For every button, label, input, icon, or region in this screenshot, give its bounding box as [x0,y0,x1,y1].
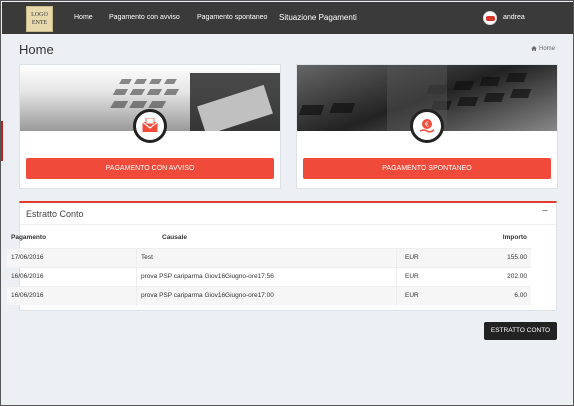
card-pagamento-spontaneo: € PAGAMENTO SPONTANEO [296,64,558,189]
logo-line-2: ENTE [31,20,48,26]
table-row: 16/06/2016 prova PSP cariparma Giov16Giu… [7,286,531,306]
column-divider [136,268,137,287]
envelope-badge [133,109,167,143]
pagamento-con-avviso-button[interactable]: PAGAMENTO CON AVVISO [26,158,274,179]
pagamento-spontaneo-button[interactable]: PAGAMENTO SPONTANEO [303,158,551,179]
row-amount: 202.00 [507,273,527,280]
column-header-causale: Causale [162,234,187,241]
column-divider [396,268,397,287]
row-causale: prova PSP cariparma Giov16Giugno-ore17:5… [141,273,274,280]
card-pagamento-con-avviso: PAGAMENTO CON AVVISO [19,64,281,189]
table-header-row: Pagamento Causale Importo [7,229,531,248]
estratto-conto-button[interactable]: ESTRATTO CONTO [484,322,557,340]
user-avatar-icon[interactable] [483,11,497,25]
row-currency: EUR [405,254,419,261]
column-divider [396,249,397,268]
estratto-conto-title: Estratto Conto [26,209,84,219]
column-divider [396,287,397,306]
left-edge-accent [1,121,3,161]
page-title: Home [19,42,54,57]
column-divider [136,249,137,268]
logo-line-1: LOGO [31,12,48,18]
nav-item-pagamento-spontaneo[interactable]: Pagamento spontaneo [197,14,267,21]
box-divider [20,224,556,225]
row-amount: 155.00 [507,254,527,261]
nav-item-pagamento-con-avviso[interactable]: Pagamento con avviso [109,14,180,21]
envelope-icon [142,118,158,132]
table-row: 16/06/2016 prova PSP cariparma Giov16Giu… [7,267,531,287]
row-causale: prova PSP cariparma Giov16Giugno-ore17:0… [141,292,274,299]
nav-item-home[interactable]: Home [74,14,93,21]
row-causale: Test [141,254,153,261]
nav-item-situazione-pagamenti[interactable]: Situazione Pagamenti [279,13,357,22]
logo[interactable]: LOGO ENTE [26,6,53,32]
home-icon [531,46,537,51]
breadcrumb-home-link[interactable]: Home [539,46,555,52]
breadcrumb: Home [531,46,555,52]
row-currency: EUR [405,273,419,280]
row-date: 17/06/2016 [11,254,44,261]
app-window: LOGO ENTE Home Pagamento con avviso Paga… [0,0,574,406]
collapse-icon[interactable]: − [542,206,548,217]
row-date: 16/06/2016 [11,292,44,299]
svg-text:€: € [425,121,429,129]
column-header-pagamento: Pagamento [11,234,47,241]
euro-hand-icon: € [419,119,435,133]
column-header-importo: Importo [502,234,527,241]
row-currency: EUR [405,292,419,299]
table-row: 17/06/2016 Test EUR 155.00 [7,248,531,268]
user-menu[interactable]: andrea [503,14,525,21]
top-navbar: LOGO ENTE Home Pagamento con avviso Paga… [2,2,573,34]
row-date: 16/06/2016 [11,273,44,280]
row-amount: 6.00 [514,292,527,299]
euro-hand-badge: € [410,109,444,143]
column-divider [136,287,137,306]
